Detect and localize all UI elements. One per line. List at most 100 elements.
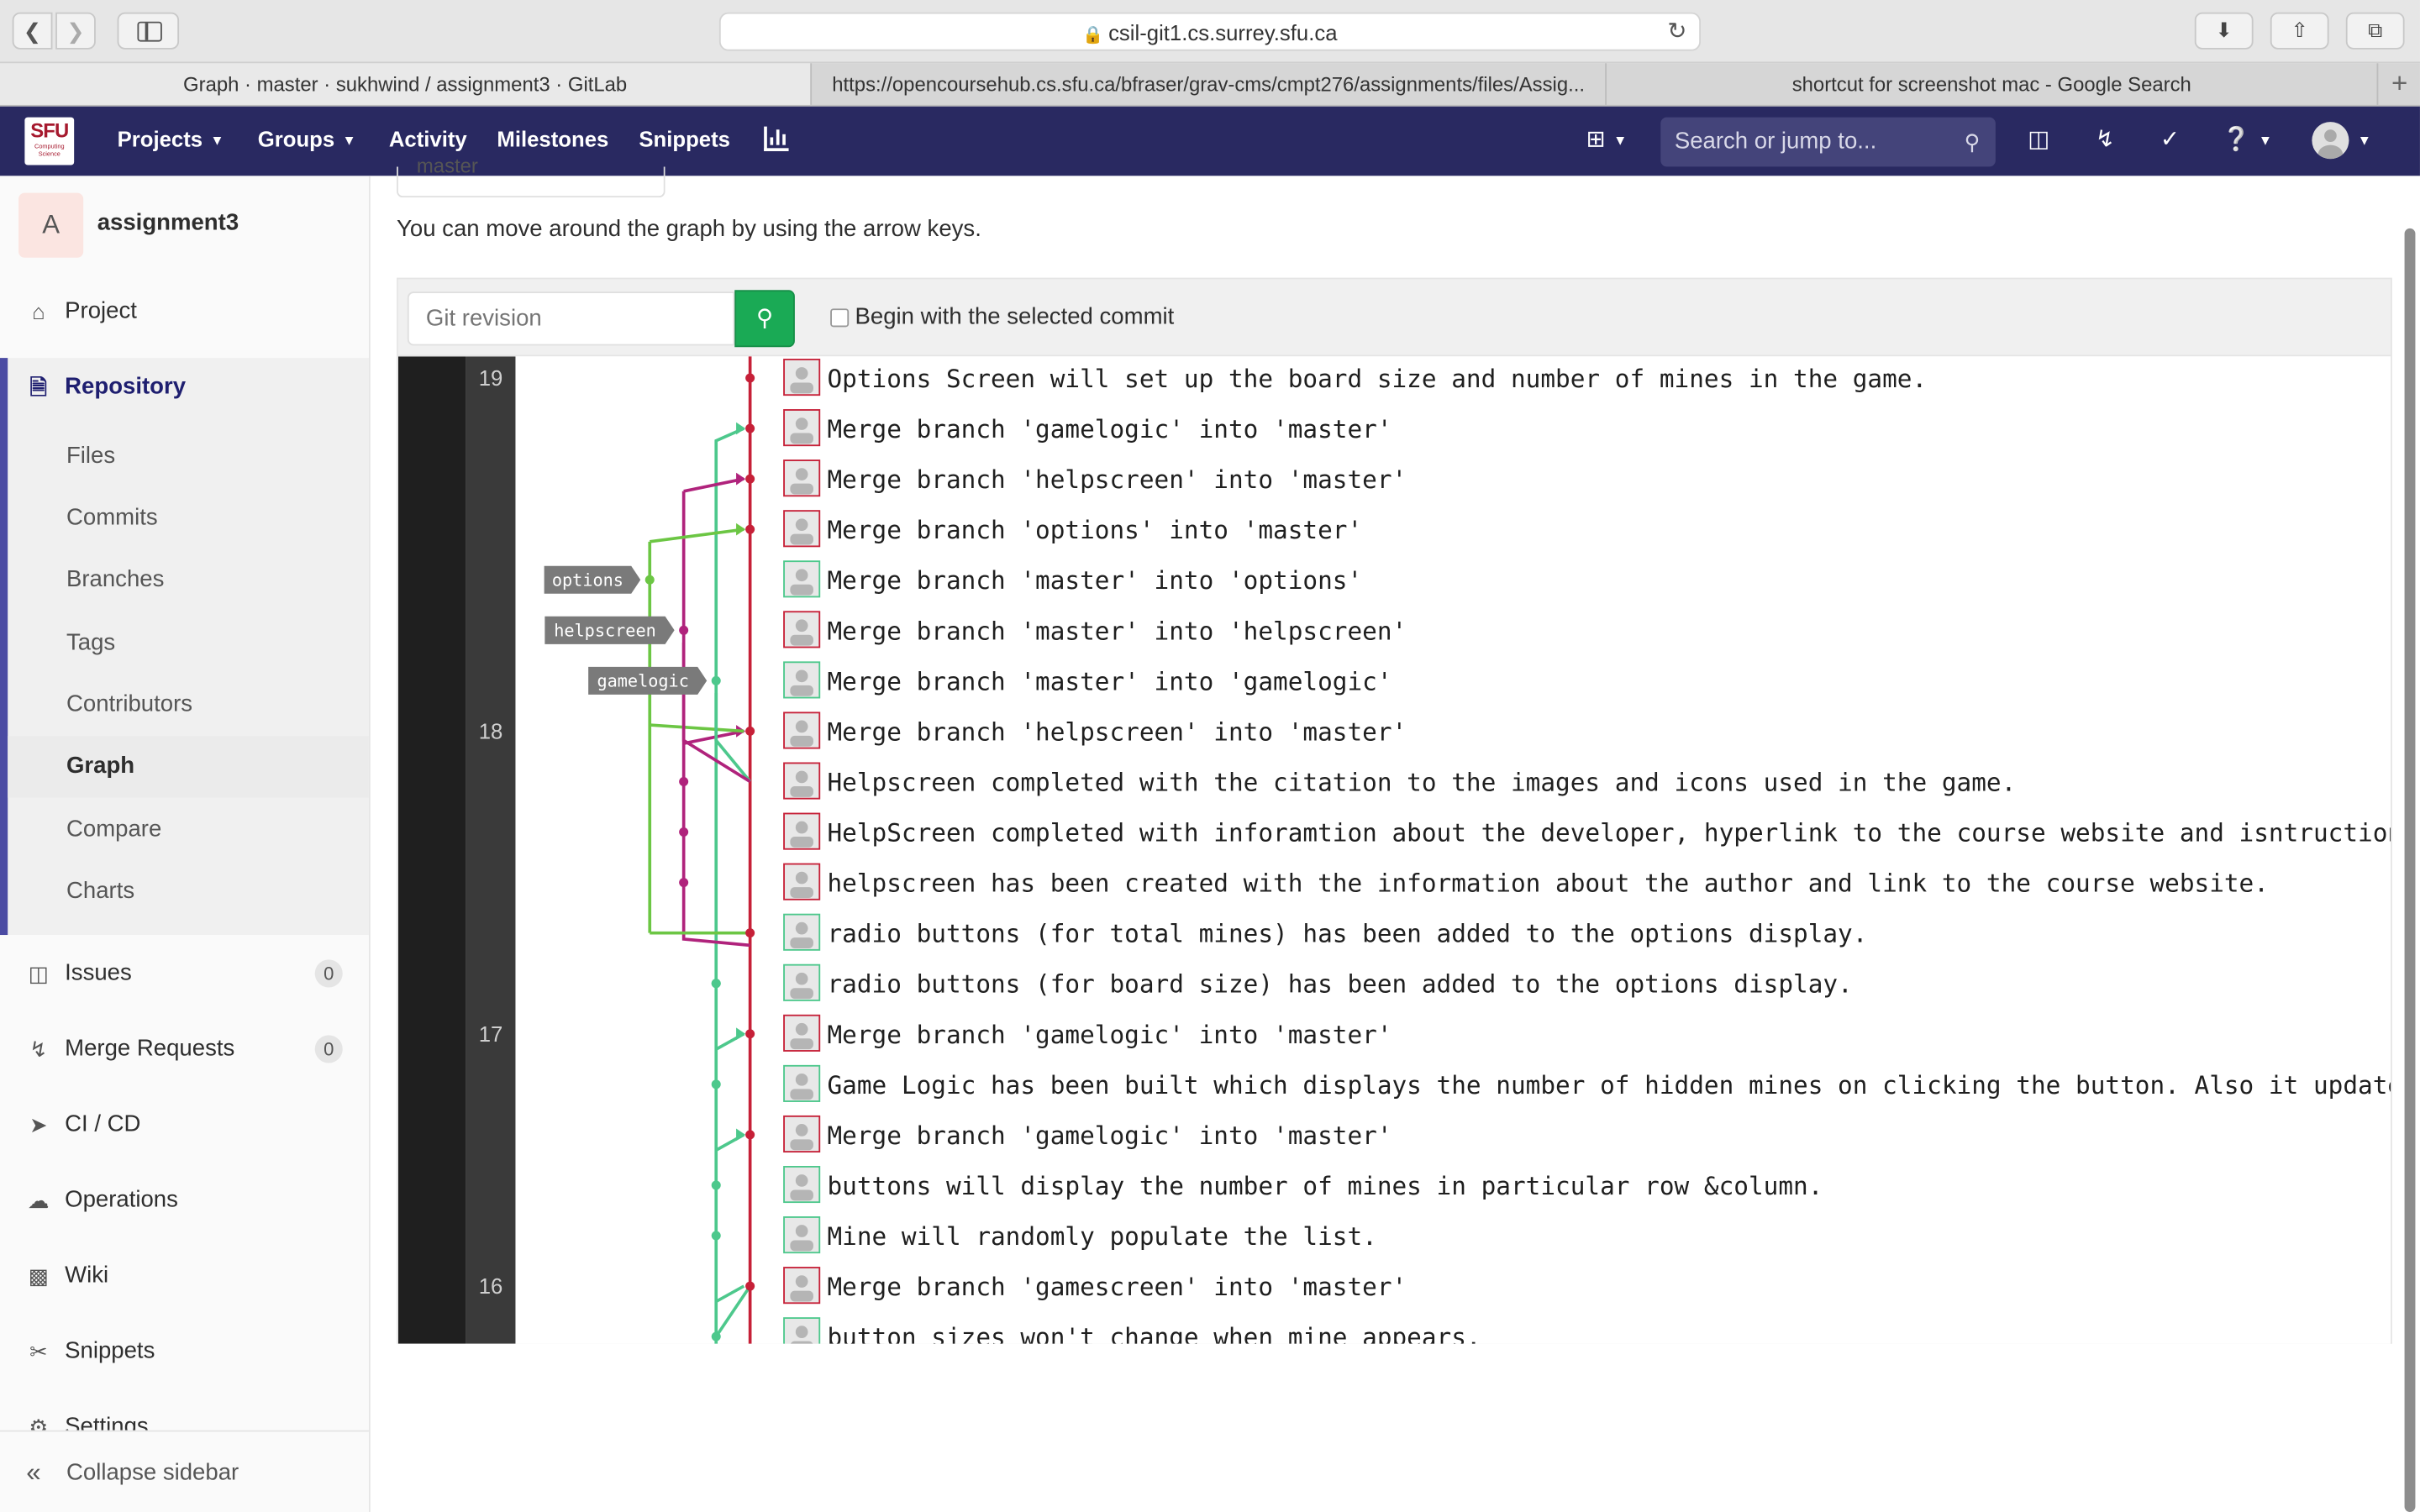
nav-projects[interactable]: Projects ▼ — [118, 107, 224, 176]
graph-edge — [714, 427, 745, 681]
nav-milestones[interactable]: Milestones — [497, 107, 608, 176]
avatar-head — [795, 720, 808, 733]
avatar[interactable] — [2312, 122, 2349, 160]
graph-canvas[interactable]: 19 18 17 16 options helpscreen gamelogic Option… — [397, 356, 2391, 1344]
avatar-head — [795, 821, 808, 834]
share-icon[interactable]: ⇧ — [2270, 12, 2329, 50]
avatar-body — [790, 837, 813, 848]
commit-message: Merge branch 'master' into 'gamelogic' — [827, 667, 1392, 696]
git-revision-input[interactable] — [407, 291, 735, 346]
begin-commit-checkbox[interactable] — [830, 308, 850, 328]
commit-message: helpscreen has been created with the inf… — [827, 869, 2268, 898]
network-graph[interactable]: 19 18 17 16 options helpscreen gamelogic Option… — [397, 356, 2391, 1344]
help-icon[interactable]: ❔ ▼ — [2219, 125, 2275, 156]
commit-message: Helpscreen completed with the citation t… — [827, 768, 2016, 796]
sidebar-item-snippets[interactable]: ✂ Snippets — [0, 1320, 369, 1382]
sidebar-item-merge-requests[interactable]: ↯ Merge Requests 0 — [0, 1018, 369, 1079]
tab-opencoursehub[interactable]: https://opencoursehub.cs.sfu.ca/bfraser/… — [812, 63, 1607, 105]
day-label: 19 — [479, 367, 503, 391]
browser-toolbar: ❮ ❯ 🔒 csil-git1.cs.surrey.sfu.ca ↻ ⬇ ⇧ ⧉ — [0, 0, 2420, 64]
avatar-head — [795, 1326, 808, 1338]
sidebar-sub-compare[interactable]: Compare — [0, 799, 369, 860]
nav-snippets[interactable]: Snippets — [639, 107, 730, 176]
graph-arrow — [736, 1128, 746, 1142]
avatar-body — [790, 988, 813, 1000]
graph-toolbar: ⚲ Begin with the selected commit — [397, 279, 2391, 357]
commit-message: radio buttons (for total mines) has been… — [827, 920, 1867, 948]
merge-requests-icon[interactable]: ↯ — [2091, 125, 2119, 156]
sidebar-item-repository[interactable]: 🗎 Repository — [0, 356, 369, 417]
commit-row: Merge branch 'options' into 'master' — [783, 510, 1362, 548]
graph-gutter-days — [466, 356, 516, 1344]
commit-message: HelpScreen completed with inforamtion ab… — [827, 819, 2391, 848]
sidebar-item-wiki[interactable]: ▩ Wiki — [0, 1245, 369, 1306]
new-tab-icon[interactable]: + — [2391, 68, 2407, 101]
back-icon[interactable]: ❮ — [12, 12, 53, 50]
sidebar-item-issues[interactable]: ◫ Issues 0 — [0, 942, 369, 1004]
commit-row: helpscreen has been created with the inf… — [783, 863, 2269, 900]
page-scrollbar[interactable] — [2404, 228, 2416, 1512]
tab-gitlab-graph[interactable]: Graph · master · sukhwind / assignment3 … — [0, 63, 813, 105]
commit-message: Merge branch 'helpscreen' into 'master' — [827, 465, 1407, 494]
sidebar-sub-commits[interactable]: Commits — [0, 487, 369, 549]
day-label: 17 — [479, 1023, 503, 1047]
avatar-head — [795, 1225, 808, 1237]
sidebar-sub-branches[interactable]: Branches — [0, 549, 369, 611]
chart-icon[interactable] — [764, 126, 789, 151]
sidebar-sub-contributors[interactable]: Contributors — [0, 675, 369, 736]
issues-icon[interactable]: ◫ — [2025, 125, 2053, 156]
commit-dot — [711, 979, 721, 989]
sidebar-sub-charts[interactable]: Charts — [0, 861, 369, 922]
commit-row: radio buttons (for total mines) has been… — [783, 913, 1867, 951]
commit-message: Merge branch 'gamescreen' into 'master' — [827, 1273, 1407, 1301]
commit-row: button sizes won't change when mine appe… — [783, 1317, 1481, 1344]
commit-row: Helpscreen completed with the citation t… — [783, 762, 2016, 800]
tab-google-search[interactable]: shortcut for screenshot mac - Google Sea… — [1607, 63, 2379, 105]
search-input[interactable]: Search or jump to... ⚲ — [1660, 117, 1996, 167]
address-bar[interactable]: 🔒 csil-git1.cs.surrey.sfu.ca ↻ — [718, 12, 1702, 51]
commit-dot — [745, 1281, 755, 1291]
commit-row: Game Logic has been built which displays… — [783, 1064, 2391, 1102]
graph-arrow — [736, 522, 746, 536]
sidebar-item-project[interactable]: ⌂ Project — [0, 281, 369, 342]
new-item-icon[interactable]: ⊞ ▼ — [1577, 125, 1636, 156]
sidebar-sub-tags[interactable]: Tags — [0, 612, 369, 674]
commit-row: Merge branch 'gamelogic' into 'master' — [783, 1115, 1392, 1153]
sidebar-sub-files[interactable]: Files — [0, 426, 369, 487]
sidebar-item-operations[interactable]: ☁ Operations — [0, 1169, 369, 1231]
commit-dot — [679, 776, 689, 786]
sidebar-item-cicd[interactable]: ➤ CI / CD — [0, 1094, 369, 1155]
sfu-logo[interactable]: SFU Computing Science — [24, 117, 75, 165]
doc-icon: 🗎 — [29, 375, 48, 400]
avatar-head — [795, 972, 808, 985]
commit-row: Merge branch 'master' into 'options' — [783, 560, 1362, 598]
search-button[interactable]: ⚲ — [734, 290, 795, 348]
sidebar-toggle-icon[interactable] — [117, 12, 180, 50]
commit-dot — [745, 1130, 755, 1140]
commit-message: Game Logic has been built which displays… — [827, 1071, 2391, 1100]
commit-message: Mine will randomly populate the list. — [827, 1222, 1376, 1251]
forward-icon[interactable]: ❯ — [55, 12, 96, 50]
merge-request-icon: ↯ — [29, 1037, 48, 1062]
branch-select[interactable]: master — [397, 156, 666, 198]
sidebar-sub-graph[interactable]: Graph — [8, 736, 369, 798]
avatar-head — [795, 669, 808, 683]
commit-row: Merge branch 'gamescreen' into 'master' — [783, 1267, 1407, 1305]
commit-dot — [711, 1079, 721, 1089]
nav-groups[interactable]: Groups ▼ — [258, 107, 356, 176]
todos-icon[interactable]: ✓ — [2156, 125, 2184, 156]
tabs-overview-icon[interactable]: ⧉ — [2345, 12, 2405, 50]
project-header[interactable]: A assignment3 — [0, 176, 369, 271]
commit-message: buttons will display the number of mines… — [827, 1172, 1823, 1200]
avatar-body — [790, 887, 813, 898]
commit-row: Merge branch 'gamelogic' into 'master' — [783, 409, 1392, 447]
avatar-body — [790, 1139, 813, 1151]
downloads-icon[interactable]: ⬇ — [2194, 12, 2254, 50]
project-sidebar: A assignment3 ⌂ Project 🗎 Repository Files… — [0, 176, 371, 1512]
commit-dot — [711, 1231, 721, 1241]
commit-dot — [745, 726, 755, 736]
collapse-sidebar-button[interactable]: «Collapse sidebar — [0, 1430, 369, 1512]
commit-dot — [711, 675, 721, 685]
chevron-down-icon[interactable]: ▼ — [2355, 125, 2374, 156]
reload-icon[interactable]: ↻ — [1667, 14, 1686, 51]
